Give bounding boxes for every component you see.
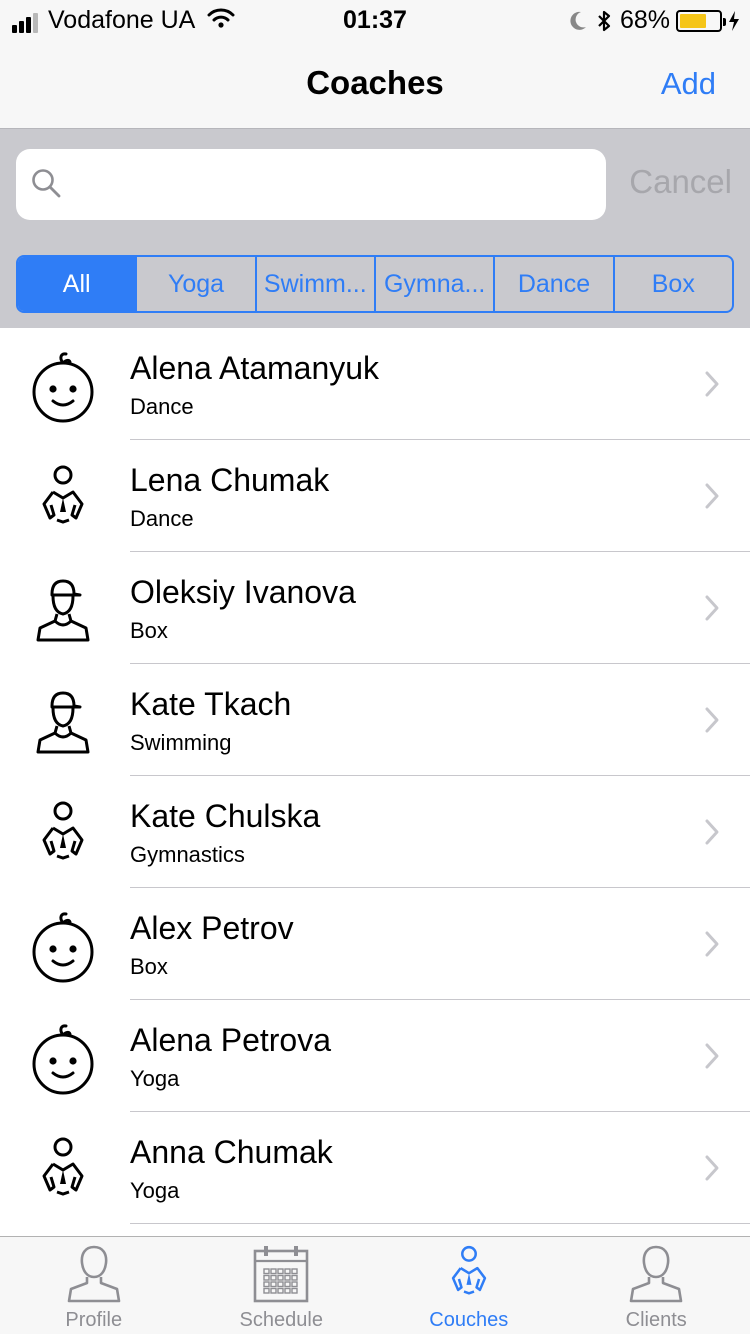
coach-row[interactable]: Alena Atamanyuk Dance (0, 328, 750, 440)
chevron-right-icon (704, 1154, 720, 1187)
coach-name: Kate Chulska (130, 798, 321, 834)
chevron-right-icon (704, 370, 720, 403)
coach-row[interactable]: Anna Chumak Yoga (0, 1112, 750, 1224)
battery-icon (676, 9, 726, 32)
baby-face-icon (26, 910, 100, 984)
charging-bolt-icon (728, 10, 740, 32)
coach-whistle-icon (438, 1243, 500, 1310)
sport-filter-segmented-control: All Yoga Swimm... Gymna... Dance Box (16, 255, 734, 313)
calendar-icon (250, 1243, 312, 1310)
chevron-right-icon (704, 930, 720, 963)
tab-label: Couches (429, 1309, 509, 1331)
coach-row[interactable]: Alex Petrov Box (0, 888, 750, 1000)
tab-label: Profile (65, 1309, 123, 1331)
row-divider (130, 1223, 750, 1224)
coach-name: Lena Chumak (130, 462, 330, 498)
segment-box[interactable]: Box (612, 257, 732, 311)
coach-name: Alena Petrova (130, 1022, 332, 1058)
coach-row[interactable]: Kate Chulska Gymnastics (0, 776, 750, 888)
coach-row[interactable]: Alena Petrova Yoga (0, 1000, 750, 1112)
coach-sport: Gymnastics (130, 842, 245, 867)
coach-name: Alex Petrov (130, 910, 294, 946)
battery-level-fill (680, 13, 706, 28)
segment-swimm[interactable]: Swimm... (254, 257, 374, 311)
coach-name: Alena Atamanyuk (130, 350, 380, 386)
tab-bar: Profile Schedule Couches Clients (0, 1236, 750, 1334)
add-button[interactable]: Add (661, 66, 716, 102)
status-right: 68% (568, 6, 740, 35)
coach-sport: Yoga (130, 1178, 180, 1203)
chevron-right-icon (704, 594, 720, 627)
segment-yoga[interactable]: Yoga (135, 257, 254, 311)
navigation-bar: Coaches Add (0, 40, 750, 128)
cancel-button[interactable]: Cancel (629, 163, 732, 201)
bluetooth-icon (596, 9, 612, 33)
battery-percent: 68% (619, 6, 670, 34)
tab-label: Clients (625, 1309, 687, 1331)
coach-list: Alena Atamanyuk Dance Lena Chumak Dance Olek… (0, 328, 750, 1224)
status-bar: Vodafone UA 01:37 68% (0, 0, 750, 40)
coach-sport: Dance (130, 506, 194, 531)
chevron-right-icon (704, 482, 720, 515)
search-area: Cancel All Yoga Swimm... Gymna... Dance Box (0, 128, 750, 328)
search-icon (30, 167, 62, 204)
chevron-right-icon (704, 706, 720, 739)
coach-sport: Box (130, 954, 168, 979)
coach-whistle-icon (26, 1134, 100, 1208)
battery-cap (723, 17, 726, 26)
person-icon (63, 1243, 125, 1310)
person-cap-icon (26, 686, 100, 760)
baby-face-icon (26, 1022, 100, 1096)
tab-label: Schedule (239, 1309, 323, 1331)
search-input[interactable] (16, 149, 606, 220)
segment-dance[interactable]: Dance (493, 257, 612, 311)
coach-sport: Box (130, 618, 168, 643)
chevron-right-icon (704, 1042, 720, 1075)
coach-sport: Dance (130, 394, 194, 419)
segment-all[interactable]: All (18, 257, 136, 311)
person-cap-icon (26, 574, 100, 648)
person-icon (625, 1243, 687, 1310)
tab-couches[interactable]: Couches (375, 1237, 563, 1334)
chevron-right-icon (704, 818, 720, 851)
tab-schedule[interactable]: Schedule (188, 1237, 376, 1334)
segment-gymna[interactable]: Gymna... (373, 257, 493, 311)
coach-row[interactable]: Lena Chumak Dance (0, 440, 750, 552)
coach-row[interactable]: Oleksiy Ivanova Box (0, 552, 750, 664)
coach-name: Anna Chumak (130, 1134, 333, 1170)
coach-row[interactable]: Kate Tkach Swimming (0, 664, 750, 776)
coach-whistle-icon (26, 462, 100, 536)
coach-sport: Yoga (130, 1066, 180, 1091)
coach-sport: Swimming (130, 730, 232, 755)
coach-whistle-icon (26, 798, 100, 872)
tab-profile[interactable]: Profile (0, 1237, 188, 1334)
moon-icon (568, 10, 588, 32)
coach-name: Kate Tkach (130, 686, 292, 722)
baby-face-icon (26, 350, 100, 424)
coach-name: Oleksiy Ivanova (130, 574, 356, 610)
tab-clients[interactable]: Clients (563, 1237, 750, 1334)
page-title: Coaches (306, 64, 444, 101)
